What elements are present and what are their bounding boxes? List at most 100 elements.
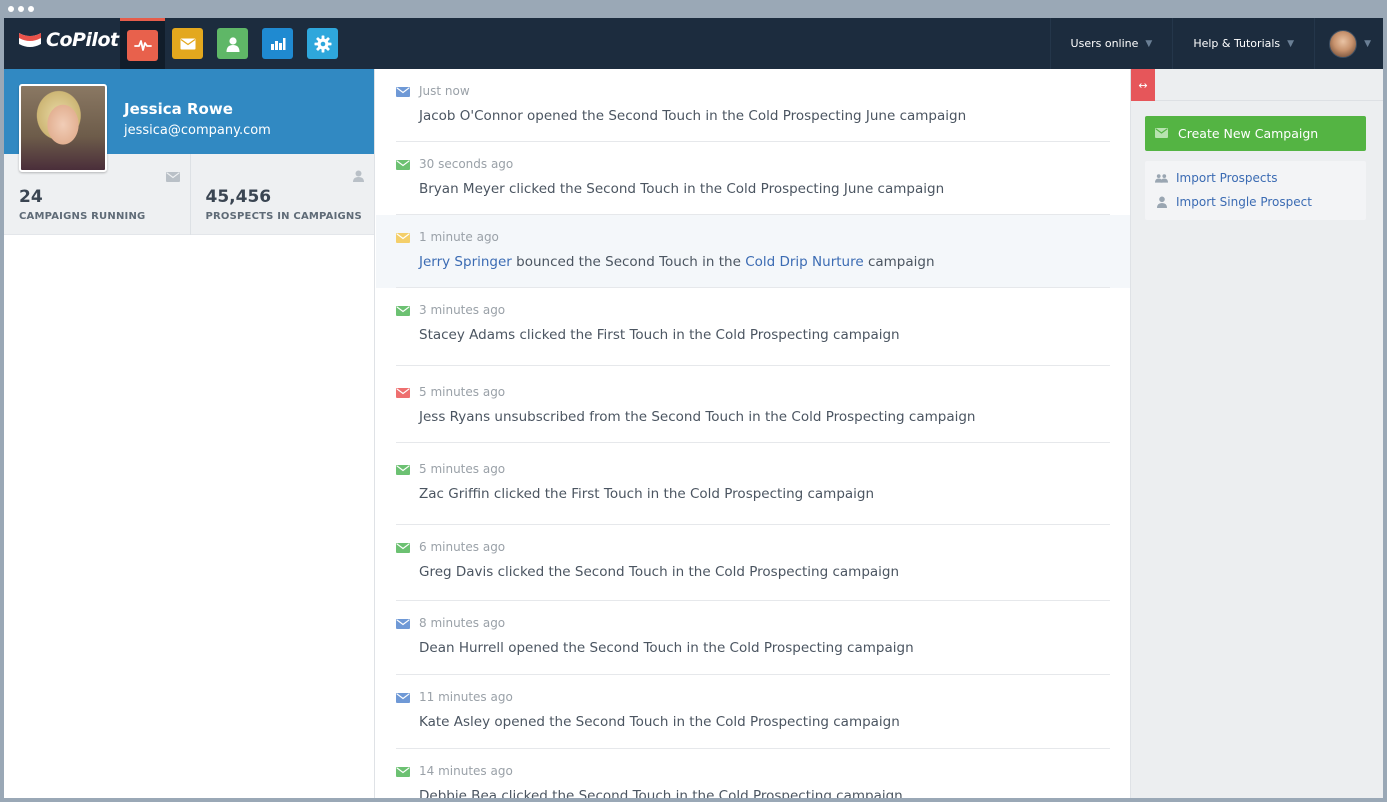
feed-item-message: Bryan Meyer clicked the Second Touch in … xyxy=(419,181,944,197)
feed-item-body: 8 minutes ago Dean Hurrell opened the Sec… xyxy=(396,601,1110,675)
tab-campaigns[interactable] xyxy=(165,18,210,69)
top-navigation-bar: CoPilot Users online ▼ Help & Tutorials … xyxy=(4,18,1383,69)
envelope-opened-icon xyxy=(396,87,410,97)
feed-item-message: Jacob O'Connor opened the Second Touch i… xyxy=(419,108,966,124)
actions-panel: ↔ Create New Campaign Import Prospects I… xyxy=(1130,69,1383,798)
envelope-clicked-icon xyxy=(396,465,410,475)
envelope-clicked-icon xyxy=(396,543,410,553)
feed-item-body: 11 minutes ago Kate Asley opened the Seco… xyxy=(396,675,1110,749)
top-right-menu: Users online ▼ Help & Tutorials ▼ ▼ xyxy=(1049,18,1383,69)
window-controls xyxy=(8,6,34,12)
feed-item-text: Zac Griffin clicked the First Touch in t… xyxy=(419,486,875,502)
stat-campaigns[interactable]: 24 CAMPAIGNS RUNNING xyxy=(4,154,190,235)
feed-item-message: Kate Asley opened the Second Touch in th… xyxy=(419,714,900,730)
envelope-opened-icon xyxy=(396,693,410,703)
feed-item-message: Dean Hurrell opened the Second Touch in … xyxy=(419,640,914,656)
feed-item-text: Stacey Adams clicked the First Touch in … xyxy=(419,327,900,343)
stat-label: PROSPECTS IN CAMPAIGNS xyxy=(205,211,362,222)
window-dot-icon[interactable] xyxy=(28,6,34,12)
feed-item-time: 30 seconds ago xyxy=(419,157,514,171)
app-window: CoPilot Users online ▼ Help & Tutorials … xyxy=(4,18,1383,798)
stat-label: CAMPAIGNS RUNNING xyxy=(19,211,146,222)
gear-icon xyxy=(307,28,338,59)
feed-item-time: 8 minutes ago xyxy=(419,616,506,630)
feed-item-body: 3 minutes ago Stacey Adams clicked the Fi… xyxy=(396,288,1110,366)
tab-settings[interactable] xyxy=(300,18,345,69)
stat-value: 24 xyxy=(19,187,43,207)
feed-item-message: Jerry Springer bounced the Second Touch … xyxy=(419,254,935,270)
envelope-icon xyxy=(165,167,180,186)
feed-item-time: 11 minutes ago xyxy=(419,690,513,704)
import-single-prospect-label: Import Single Prospect xyxy=(1176,195,1312,209)
feed-item[interactable]: 11 minutes ago Kate Asley opened the Seco… xyxy=(376,675,1130,749)
feed-item-message: Zac Griffin clicked the First Touch in t… xyxy=(419,486,874,502)
feed-item-body: 30 seconds ago Bryan Meyer clicked the Se… xyxy=(396,142,1110,215)
feed-item-message: Stacey Adams clicked the First Touch in … xyxy=(419,327,900,343)
feed-item-time: 3 minutes ago xyxy=(419,303,506,317)
feed-item-text: campaign xyxy=(863,254,935,270)
create-new-campaign-button[interactable]: Create New Campaign xyxy=(1145,116,1366,151)
profile-name: Jessica Rowe xyxy=(124,100,233,118)
import-prospects-link[interactable]: Import Prospects xyxy=(1155,171,1277,185)
import-options: Import Prospects Import Single Prospect xyxy=(1145,161,1366,220)
help-tutorials-dropdown[interactable]: Help & Tutorials ▼ xyxy=(1172,18,1314,69)
profile-email: jessica@company.com xyxy=(124,123,271,138)
feed-item-link[interactable]: Cold Drip Nurture xyxy=(745,254,863,270)
window-dot-icon[interactable] xyxy=(8,6,14,12)
envelope-clicked-icon xyxy=(396,160,410,170)
chevron-down-icon: ▼ xyxy=(1287,38,1295,49)
expand-panel-toggle[interactable]: ↔ xyxy=(1131,69,1155,101)
feed-item-body: 1 minute ago Jerry Springer bounced the S… xyxy=(396,215,1110,288)
user-icon xyxy=(1155,196,1168,208)
activity-pulse-icon xyxy=(127,29,158,61)
users-group-icon xyxy=(1155,173,1168,183)
import-single-prospect-link[interactable]: Import Single Prospect xyxy=(1155,195,1312,209)
feed-item-text: bounced the Second Touch in the xyxy=(511,254,746,270)
browser-frame: CoPilot Users online ▼ Help & Tutorials … xyxy=(0,0,1387,802)
user-icon xyxy=(353,167,364,186)
feed-item[interactable]: 5 minutes ago Jess Ryans unsubscribed fro… xyxy=(376,366,1130,443)
copilot-logo-icon xyxy=(18,30,42,50)
tab-reports[interactable] xyxy=(255,18,300,69)
users-online-dropdown[interactable]: Users online ▼ xyxy=(1049,18,1173,69)
user-menu[interactable]: ▼ xyxy=(1314,18,1383,69)
feed-item-time: 14 minutes ago xyxy=(419,764,513,778)
feed-item-body: 14 minutes ago Debbie Bea clicked the Sec… xyxy=(396,749,1110,798)
feed-item[interactable]: Just now Jacob O'Connor opened the Second… xyxy=(376,69,1130,142)
feed-item-text: Jess Ryans unsubscribed from the Second … xyxy=(419,409,976,425)
feed-item-link[interactable]: Jerry Springer xyxy=(419,254,512,270)
create-new-campaign-label: Create New Campaign xyxy=(1178,126,1319,141)
feed-item[interactable]: 30 seconds ago Bryan Meyer clicked the Se… xyxy=(376,142,1130,215)
tab-prospects[interactable] xyxy=(210,18,255,69)
feed-item[interactable]: 3 minutes ago Stacey Adams clicked the Fi… xyxy=(376,288,1130,366)
envelope-unsubscribed-icon xyxy=(396,388,410,398)
stat-value: 45,456 xyxy=(205,187,272,207)
feed-item-message: Greg Davis clicked the Second Touch in t… xyxy=(419,564,899,580)
feed-item[interactable]: 6 minutes ago Greg Davis clicked the Seco… xyxy=(376,525,1130,601)
feed-item-body: Just now Jacob O'Connor opened the Second… xyxy=(396,69,1110,142)
envelope-icon xyxy=(172,28,203,59)
feed-item-message: Jess Ryans unsubscribed from the Second … xyxy=(419,409,975,425)
feed-item-time: 6 minutes ago xyxy=(419,540,506,554)
feed-item[interactable]: 1 minute ago Jerry Springer bounced the S… xyxy=(376,215,1130,288)
feed-item-text: Dean Hurrell opened the Second Touch in … xyxy=(419,640,914,656)
panel-header: ↔ xyxy=(1131,69,1383,101)
envelope-opened-icon xyxy=(396,619,410,629)
resize-arrows-icon: ↔ xyxy=(1138,78,1148,92)
window-dot-icon[interactable] xyxy=(18,6,24,12)
envelope-clicked-icon xyxy=(396,767,410,777)
feed-item[interactable]: 8 minutes ago Dean Hurrell opened the Sec… xyxy=(376,601,1130,675)
tab-activity[interactable] xyxy=(120,18,165,69)
feed-item-text: Greg Davis clicked the Second Touch in t… xyxy=(419,564,900,580)
logo-text: CoPilot xyxy=(46,29,119,51)
feed-item[interactable]: 5 minutes ago Zac Griffin clicked the Fir… xyxy=(376,443,1130,525)
feed-item[interactable]: 14 minutes ago Debbie Bea clicked the Sec… xyxy=(376,749,1130,798)
copilot-logo[interactable]: CoPilot xyxy=(18,29,119,51)
users-online-label: Users online xyxy=(1070,37,1139,50)
profile-panel: Jessica Rowe jessica@company.com 24 CAMP… xyxy=(4,69,375,798)
user-icon xyxy=(217,28,248,59)
envelope-bounced-icon xyxy=(396,233,410,243)
activity-feed: Just now Jacob O'Connor opened the Second… xyxy=(376,69,1130,798)
stat-prospects[interactable]: 45,456 PROSPECTS IN CAMPAIGNS xyxy=(189,154,375,235)
feed-item-time: 5 minutes ago xyxy=(419,462,506,476)
